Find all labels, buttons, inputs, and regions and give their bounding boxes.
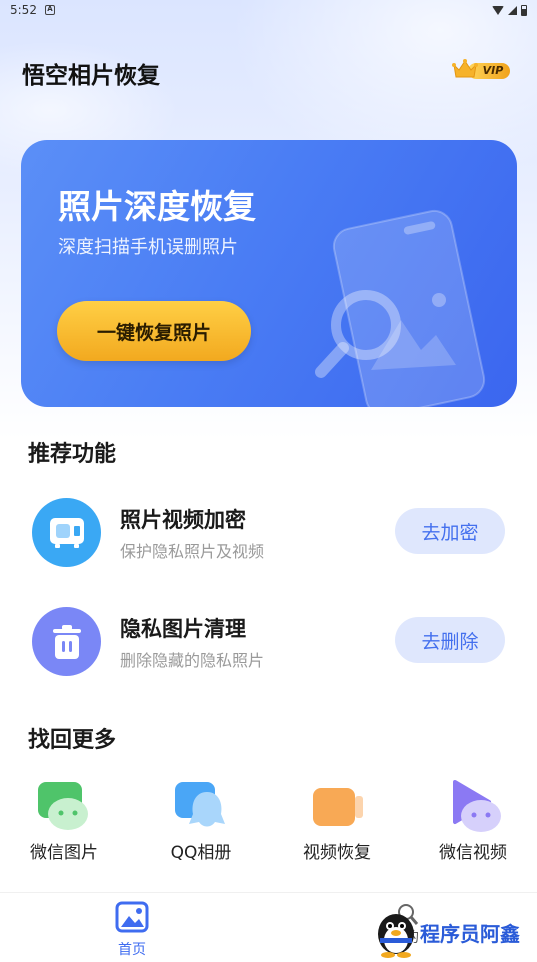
feature-cleanup-subtitle: 删除隐藏的隐私照片 [120,651,265,670]
app-title: 悟空相片恢复 [22,63,160,89]
wechat-image-icon [34,780,94,836]
video-recover-icon [307,780,367,836]
tab-home-label: 首页 [118,942,146,958]
more-title: 找回更多 [28,728,117,753]
wechat-video-icon [443,780,503,836]
notification-icon: A [44,5,55,15]
go-delete-button[interactable]: 去删除 [395,617,505,663]
watermark: 程序员阿鑫 [374,902,534,958]
feature-encrypt-title: 照片视频加密 [120,508,246,532]
status-time: 5:52 [10,3,37,17]
crown-icon [452,59,478,78]
more-item-qq-album[interactable]: QQ相册 [146,780,256,863]
more-item-wechat-video[interactable]: 微信视频 [418,780,528,863]
wifi-icon [492,5,504,15]
trash-icon [32,607,101,676]
watermark-text: 程序员阿鑫 [420,922,520,946]
recover-photos-button[interactable]: 一键恢复照片 [57,301,251,361]
more-item-video-recover[interactable]: 视频恢复 [282,780,392,863]
hero-title: 照片深度恢复 [58,187,256,226]
go-encrypt-button[interactable]: 去加密 [395,508,505,554]
more-item-label: 微信图片 [30,843,98,863]
cellular-icon [508,5,517,15]
gallery-icon [115,901,149,933]
feature-cleanup-title: 隐私图片清理 [120,617,246,641]
penguin-logo-icon [378,904,419,958]
vip-button[interactable]: VIP [452,58,512,82]
status-bar: 5:52 A [0,0,537,20]
more-item-label: QQ相册 [170,843,232,863]
more-item-label: 视频恢复 [303,843,371,863]
hero-card: 照片深度恢复 深度扫描手机误删照片 一键恢复照片 [21,140,517,407]
phone-search-illustration-icon [315,209,486,407]
more-item-wechat-images[interactable]: 微信图片 [9,780,119,863]
feature-encrypt-subtitle: 保护隐私照片及视频 [120,542,265,561]
battery-icon [521,4,527,16]
hero-subtitle: 深度扫描手机误删照片 [58,237,238,258]
feature-encrypt-row[interactable]: 照片视频加密 保护隐私照片及视频 去加密 [32,498,512,568]
tab-home[interactable]: 首页 [92,901,172,959]
feature-cleanup-row[interactable]: 隐私图片清理 删除隐藏的隐私照片 去删除 [32,607,512,677]
recommend-title: 推荐功能 [28,442,117,467]
more-item-label: 微信视频 [439,843,507,863]
safe-icon [32,498,101,567]
qq-album-icon [171,780,231,836]
